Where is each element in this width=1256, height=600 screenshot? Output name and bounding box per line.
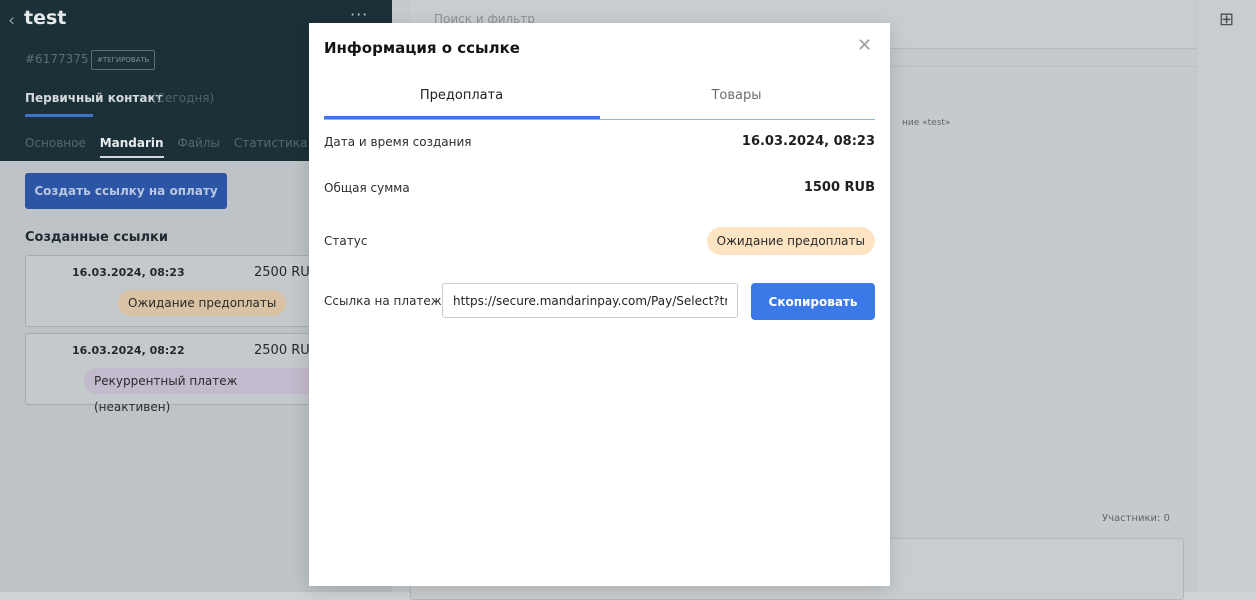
link-date: 16.03.2024, 08:22 bbox=[72, 344, 185, 357]
total-value: 1500 RUB bbox=[803, 180, 875, 195]
tag-button[interactable]: #ТЕГИРОВАТЬ bbox=[91, 50, 156, 70]
stage-progress-bar bbox=[25, 114, 93, 117]
more-options-icon[interactable]: ··· bbox=[350, 5, 368, 24]
link-info-modal: Информация о ссылке ✕ Предоплата Товары … bbox=[309, 23, 890, 586]
status-label: Статус bbox=[324, 234, 368, 248]
link-amount: 2500 RU bbox=[254, 343, 310, 358]
created-label: Дата и время создания bbox=[324, 135, 472, 149]
copy-button[interactable]: Скопировать bbox=[751, 283, 875, 320]
created-value: 16.03.2024, 08:23 bbox=[741, 134, 875, 149]
close-icon[interactable]: ✕ bbox=[857, 35, 872, 56]
lead-id: #6177375 bbox=[25, 52, 89, 66]
tab-mandarin[interactable]: Mandarin bbox=[99, 136, 164, 158]
side-toolbar: ⊞ bbox=[1198, 0, 1256, 592]
total-label: Общая сумма bbox=[324, 181, 410, 195]
modal-tabs: Предоплата Товары bbox=[324, 83, 875, 120]
pipeline-stage-date: (Сегодня) bbox=[152, 91, 215, 105]
created-links-title: Созданные ссылки bbox=[25, 230, 168, 245]
members-count: Участники: 0 bbox=[1102, 513, 1170, 524]
tab-products[interactable]: Товары bbox=[599, 88, 874, 103]
link-amount: 2500 RU bbox=[254, 265, 310, 280]
create-payment-link-button[interactable]: Создать ссылку на оплату bbox=[25, 173, 227, 209]
payment-link-label: Ссылка на платеж bbox=[324, 294, 442, 308]
lead-tabs: Основное Mandarin Файлы Статистика bbox=[25, 136, 317, 158]
tab-prepayment[interactable]: Предоплата bbox=[324, 88, 599, 103]
tab-main[interactable]: Основное bbox=[25, 136, 86, 150]
link-status-badge: Рекуррентный платеж (неактивен) bbox=[84, 368, 326, 414]
feed-note: ние «test» bbox=[902, 118, 951, 128]
back-chevron-icon[interactable]: ‹ bbox=[8, 10, 15, 31]
active-tab-indicator bbox=[324, 116, 600, 119]
pipeline-stage[interactable]: Первичный контакт bbox=[25, 91, 163, 105]
status-badge: Ожидание предоплаты bbox=[706, 227, 875, 255]
tab-files[interactable]: Файлы bbox=[177, 136, 220, 150]
link-date: 16.03.2024, 08:23 bbox=[72, 266, 185, 279]
modal-title: Информация о ссылке bbox=[324, 39, 520, 57]
lead-title: test bbox=[24, 7, 67, 29]
add-panel-icon[interactable]: ⊞ bbox=[1219, 9, 1234, 30]
payment-link-card[interactable]: 16.03.2024, 08:22 2500 RU Рекуррентный п… bbox=[25, 333, 327, 414]
payment-link-field[interactable] bbox=[442, 283, 738, 318]
tab-statistics[interactable]: Статистика bbox=[234, 136, 308, 150]
link-status-badge: Ожидание предоплаты bbox=[118, 290, 287, 316]
payment-link-card[interactable]: 16.03.2024, 08:23 2500 RU Ожидание предо… bbox=[25, 255, 327, 327]
